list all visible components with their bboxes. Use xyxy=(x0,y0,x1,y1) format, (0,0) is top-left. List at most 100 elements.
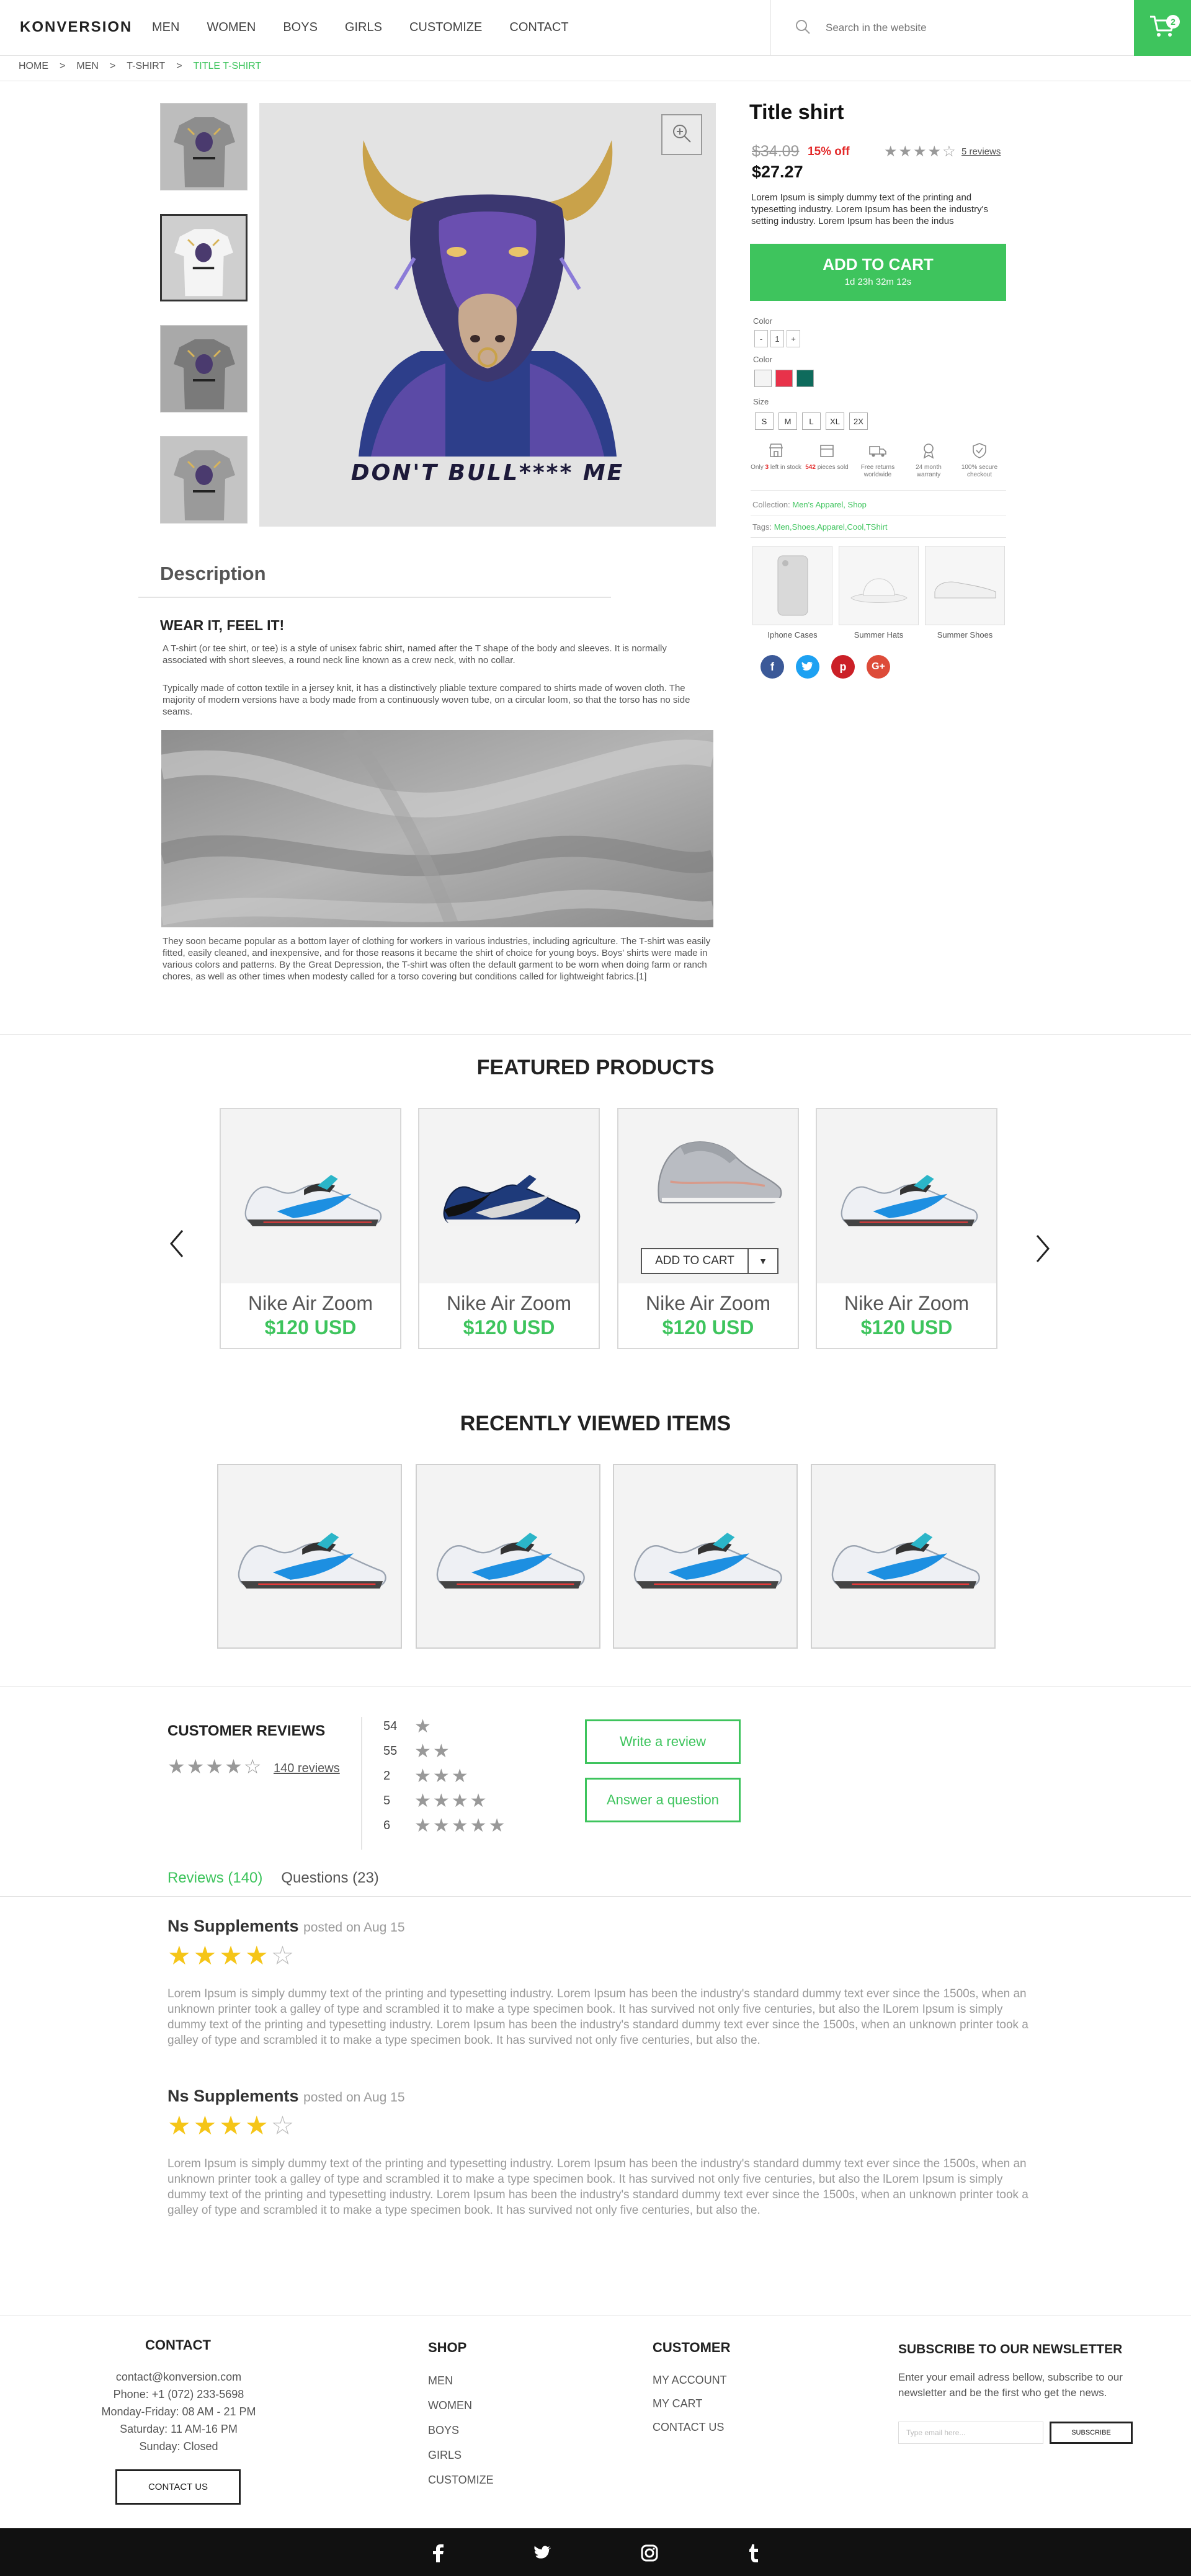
contact-phone[interactable]: Phone: +1 (072) 233-5698 xyxy=(87,2386,270,2403)
nav-girls[interactable]: GIRLS xyxy=(345,20,382,35)
product-image[interactable]: ADD TO CART ▼ xyxy=(618,1109,798,1283)
nav-boys[interactable]: BOYS xyxy=(283,20,318,35)
contact-us-button[interactable]: CONTACT US xyxy=(115,2469,241,2505)
product-image[interactable] xyxy=(221,1109,400,1283)
related-item-label[interactable]: Iphone Cases xyxy=(752,630,832,640)
breadcrumb-tshirt[interactable]: T-SHIRT xyxy=(127,61,165,72)
contact-email[interactable]: contact@konversion.com xyxy=(87,2368,270,2386)
reviews-link[interactable]: 5 reviews xyxy=(961,146,1001,157)
footer-link-contact-us[interactable]: CONTACT US xyxy=(653,2415,727,2439)
contact-hours: Saturday: 11 AM-16 PM xyxy=(120,2423,238,2435)
rating-breakdown-row[interactable]: 5 ★★★★ xyxy=(383,1790,489,1812)
gallery-thumb-4[interactable] xyxy=(160,436,248,524)
related-item-label[interactable]: Summer Shoes xyxy=(925,630,1005,640)
facebook-icon[interactable] xyxy=(426,2541,450,2565)
contact-hours: Monday-Friday: 08 AM - 21 PM xyxy=(101,2405,256,2418)
rating-breakdown-row[interactable]: 55 ★★ xyxy=(383,1740,452,1762)
related-item-phone-case[interactable] xyxy=(752,546,832,625)
color-swatch-red[interactable] xyxy=(775,370,793,387)
featured-product-card[interactable]: Nike Air Zoom $120 USD xyxy=(220,1108,401,1349)
carousel-next-arrow[interactable] xyxy=(1035,1233,1051,1270)
rating-breakdown-row[interactable]: 6 ★★★★★ xyxy=(383,1815,507,1837)
footer-link-my-account[interactable]: MY ACCOUNT xyxy=(653,2368,727,2392)
rating-count: 2 xyxy=(383,1769,391,1783)
nav-women[interactable]: WOMEN xyxy=(207,20,256,35)
twitter-icon[interactable] xyxy=(530,2541,555,2565)
quick-add-to-cart-button[interactable]: ADD TO CART xyxy=(642,1249,747,1273)
answer-question-button[interactable]: Answer a question xyxy=(585,1778,741,1822)
collection-links[interactable]: Men's Apparel, Shop xyxy=(792,500,867,509)
search-icon[interactable] xyxy=(795,19,811,38)
breadcrumb-men[interactable]: MEN xyxy=(76,61,99,72)
recently-viewed-item[interactable] xyxy=(613,1464,798,1649)
search-input[interactable] xyxy=(826,22,1086,34)
rating-breakdown-row[interactable]: 54 ★ xyxy=(383,1716,433,1737)
add-to-cart-button[interactable]: ADD TO CART 1d 23h 32m 12s xyxy=(750,244,1006,301)
related-item-summer-hat[interactable] xyxy=(839,546,919,625)
related-item-summer-shoes[interactable] xyxy=(925,546,1005,625)
footer-link-girls[interactable]: GIRLS xyxy=(428,2443,494,2467)
recently-viewed-item[interactable] xyxy=(416,1464,600,1649)
product-main-image[interactable]: DON'T BULL**** ME xyxy=(259,103,716,527)
size-option-m[interactable]: M xyxy=(778,412,797,430)
reviews-count-link[interactable]: 140 reviews xyxy=(274,1762,340,1776)
recently-viewed-item[interactable] xyxy=(217,1464,402,1649)
share-facebook-icon[interactable]: f xyxy=(761,655,784,679)
share-googleplus-icon[interactable]: G+ xyxy=(867,655,890,679)
size-option-l[interactable]: L xyxy=(802,412,821,430)
footer-link-men[interactable]: MEN xyxy=(428,2368,494,2393)
carousel-prev-arrow[interactable] xyxy=(169,1228,185,1265)
footer-link-my-cart[interactable]: MY CART xyxy=(653,2392,727,2415)
newsletter-email-input[interactable]: Type email here... xyxy=(898,2422,1043,2444)
footer-link-customize[interactable]: CUSTOMIZE xyxy=(428,2467,494,2492)
product-name[interactable]: Nike Air Zoom xyxy=(618,1292,798,1315)
gallery-thumb-3[interactable] xyxy=(160,325,248,412)
size-option-2x[interactable]: 2X xyxy=(849,412,868,430)
gallery-thumb-2[interactable] xyxy=(160,214,248,301)
rating-breakdown-row[interactable]: 2 ★★★ xyxy=(383,1765,470,1787)
quantity-increase-button[interactable]: + xyxy=(787,330,800,347)
feature-stock: Only 3 left in stock xyxy=(751,439,801,479)
breadcrumb-home[interactable]: HOME xyxy=(19,61,48,72)
tags-links[interactable]: Men,Shoes,Apparel,Cool,TShirt xyxy=(774,522,888,532)
size-option-xl[interactable]: XL xyxy=(826,412,844,430)
write-review-button[interactable]: Write a review xyxy=(585,1719,741,1764)
quantity-value[interactable]: 1 xyxy=(770,330,784,347)
featured-product-card[interactable]: Nike Air Zoom $120 USD xyxy=(816,1108,997,1349)
share-twitter-icon[interactable] xyxy=(796,655,819,679)
color-swatch-white[interactable] xyxy=(754,370,772,387)
feature-secure: 100% secure checkout xyxy=(954,439,1005,479)
footer-contact-info: contact@konversion.com Phone: +1 (072) 2… xyxy=(87,2368,270,2455)
recently-viewed-item[interactable] xyxy=(811,1464,996,1649)
featured-product-card[interactable]: ADD TO CART ▼ Nike Air Zoom $120 USD xyxy=(617,1108,799,1349)
nav-contact[interactable]: CONTACT xyxy=(509,20,568,35)
size-option-s[interactable]: S xyxy=(755,412,774,430)
tab-questions[interactable]: Questions (23) xyxy=(281,1870,378,1887)
related-item-label[interactable]: Summer Hats xyxy=(839,630,919,640)
tab-reviews[interactable]: Reviews (140) xyxy=(167,1870,262,1887)
zoom-button[interactable] xyxy=(661,114,702,155)
cart-button[interactable]: 2 xyxy=(1134,0,1191,56)
collection-meta: Collection: Men's Apparel, Shop xyxy=(752,500,867,509)
product-name[interactable]: Nike Air Zoom xyxy=(419,1292,599,1315)
gallery-thumb-1[interactable] xyxy=(160,103,248,190)
footer-link-boys[interactable]: BOYS xyxy=(428,2418,494,2443)
chevron-down-icon[interactable]: ▼ xyxy=(747,1249,777,1273)
product-image[interactable] xyxy=(419,1109,599,1283)
share-pinterest-icon[interactable]: p xyxy=(831,655,855,679)
quantity-decrease-button[interactable]: - xyxy=(754,330,768,347)
featured-product-card[interactable]: Nike Air Zoom $120 USD xyxy=(418,1108,600,1349)
footer-customer-heading: CUSTOMER xyxy=(653,2340,731,2355)
tumblr-icon[interactable] xyxy=(741,2541,766,2565)
subscribe-button[interactable]: SUBSCRIBE xyxy=(1050,2422,1133,2444)
nav-customize[interactable]: CUSTOMIZE xyxy=(409,20,482,35)
site-logo[interactable]: KONVERSION xyxy=(20,19,132,36)
product-image[interactable] xyxy=(817,1109,996,1283)
color-swatch-green[interactable] xyxy=(796,370,814,387)
instagram-icon[interactable] xyxy=(637,2541,662,2565)
footer-link-women[interactable]: WOMEN xyxy=(428,2393,494,2418)
nav-men[interactable]: MEN xyxy=(152,20,179,35)
product-name[interactable]: Nike Air Zoom xyxy=(221,1292,400,1315)
product-name[interactable]: Nike Air Zoom xyxy=(817,1292,996,1315)
review-stars-empty: ☆ xyxy=(270,1941,297,1970)
